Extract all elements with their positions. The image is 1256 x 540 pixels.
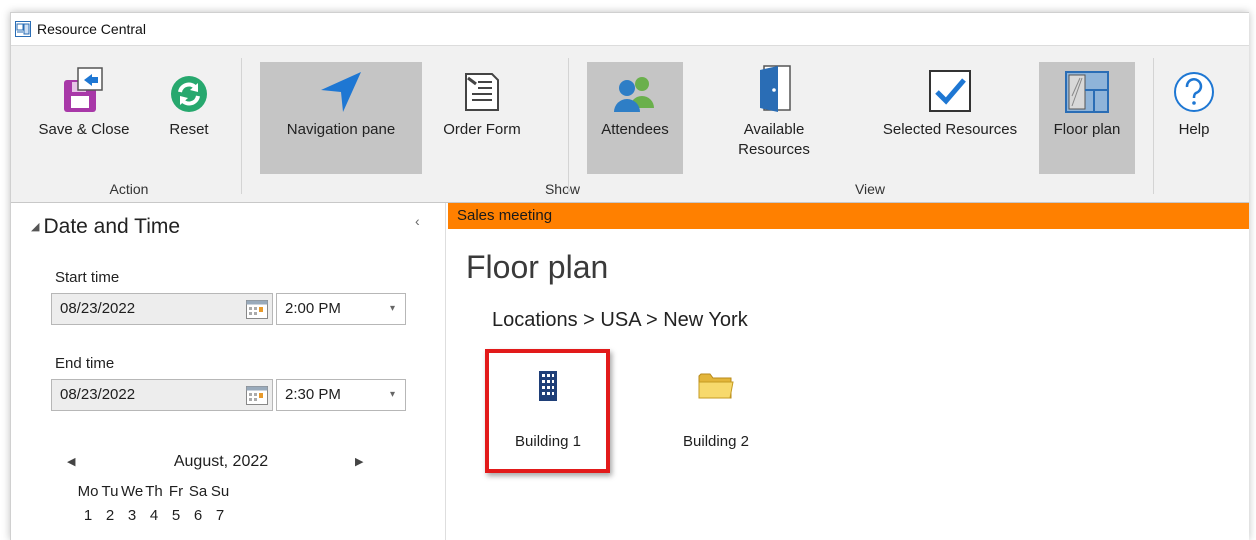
ribbon-separator — [1153, 58, 1154, 194]
start-date-field[interactable]: 08/23/2022 — [51, 293, 273, 325]
floor-plan-label: Floor plan — [1053, 121, 1121, 138]
calendar-day[interactable]: 7 — [209, 507, 231, 524]
ribbon-separator — [568, 58, 569, 194]
expand-triangle-icon: ◢ — [31, 221, 40, 233]
floor-plan-icon — [1065, 71, 1109, 113]
help-button[interactable]: Help — [1161, 62, 1227, 140]
group-label-show: Show — [544, 181, 580, 197]
floor-plan-button[interactable]: Floor plan — [1039, 62, 1135, 174]
calendar-day[interactable]: 5 — [165, 507, 187, 524]
calendar-day[interactable]: 2 — [99, 507, 121, 524]
navigation-arrow-icon — [321, 72, 361, 112]
date-time-section-title: Date and Time — [43, 215, 181, 238]
previous-month-icon[interactable]: ◀ — [67, 455, 75, 468]
navigation-pane-button[interactable]: Navigation pane — [260, 62, 422, 174]
window-title: Resource Central — [37, 21, 146, 37]
weekday-label: Sa — [188, 483, 208, 500]
reset-label: Reset — [169, 121, 209, 138]
weekday-label: Tu — [101, 483, 119, 500]
next-month-icon[interactable]: ▶ — [355, 455, 363, 468]
weekday-label: Su — [210, 483, 230, 500]
order-form-icon — [465, 73, 499, 111]
calendar-header: ◀ August, 2022 ▶ — [51, 453, 381, 475]
start-date-value: 08/23/2022 — [60, 300, 136, 317]
checkbox-icon — [929, 70, 971, 112]
refresh-icon — [171, 76, 207, 112]
folder-icon — [698, 373, 734, 399]
group-label-action: Action — [109, 181, 149, 197]
available-resources-label-line2: Resources — [738, 141, 810, 158]
weekday-label: Th — [145, 483, 163, 500]
start-time-select[interactable]: 2:00 PM ▾ — [276, 293, 406, 325]
available-resources-label-line1: Available — [743, 121, 805, 138]
meeting-title-banner: Sales meeting — [448, 203, 1249, 229]
calendar-weekdays: Mo Tu We Th Fr Sa Su — [77, 483, 231, 500]
breadcrumb[interactable]: Locations > USA > New York — [492, 309, 748, 332]
attendees-icon — [614, 77, 654, 112]
door-icon — [760, 65, 791, 112]
attendees-label: Attendees — [601, 121, 669, 138]
app-icon — [15, 21, 31, 37]
end-time-select[interactable]: 2:30 PM ▾ — [276, 379, 406, 411]
start-time-label: Start time — [55, 269, 120, 286]
attendees-button[interactable]: Attendees — [587, 62, 683, 174]
available-resources-label: Available Resources — [711, 120, 837, 160]
end-date-value: 08/23/2022 — [60, 386, 136, 403]
calendar-icon[interactable] — [246, 386, 268, 405]
building-2-label: Building 2 — [683, 433, 749, 450]
help-icon — [1174, 72, 1214, 112]
ribbon: Save & Close Reset Action Navigation pan… — [11, 45, 1249, 203]
app-window: Resource Central Save & Close Reset Acti… — [10, 12, 1249, 540]
calendar-day[interactable]: 3 — [121, 507, 143, 524]
selected-resources-label: Selected Resources — [882, 121, 1018, 138]
order-form-label: Order Form — [443, 121, 521, 138]
available-resources-button[interactable]: Available Resources — [711, 62, 837, 160]
page-title: Floor plan — [466, 249, 609, 285]
calendar-icon[interactable] — [246, 300, 268, 319]
help-label: Help — [1178, 121, 1210, 138]
weekday-label: Fr — [168, 483, 184, 500]
weekday-label: Mo — [77, 483, 99, 500]
end-time-value: 2:30 PM — [285, 386, 341, 403]
save-close-label: Save & Close — [38, 121, 130, 138]
group-label-view: View — [854, 181, 886, 197]
building-2-tile[interactable]: Building 2 — [656, 361, 776, 450]
chevron-down-icon: ▾ — [389, 389, 395, 400]
calendar-day[interactable]: 1 — [77, 507, 99, 524]
reset-button[interactable]: Reset — [151, 62, 227, 140]
floor-plan-content: Sales meeting Floor plan Locations > USA… — [448, 203, 1249, 540]
collapse-pane-icon[interactable]: ‹ — [415, 213, 420, 229]
order-form-button[interactable]: Order Form — [426, 62, 538, 140]
save-close-icon — [64, 67, 103, 112]
date-time-section-header[interactable]: ◢ Date and Time — [31, 215, 180, 239]
ribbon-separator — [241, 58, 242, 194]
weekday-label: We — [121, 483, 144, 500]
calendar-month: August, 2022 — [173, 453, 269, 470]
chevron-down-icon: ▾ — [389, 303, 395, 314]
selection-highlight — [485, 349, 610, 473]
end-time-label: End time — [55, 355, 115, 372]
calendar-days: 1 2 3 4 5 6 7 — [77, 507, 231, 524]
calendar-day[interactable]: 4 — [143, 507, 165, 524]
end-date-field[interactable]: 08/23/2022 — [51, 379, 273, 411]
title-bar: Resource Central — [11, 13, 1249, 45]
selected-resources-button[interactable]: Selected Resources — [863, 62, 1037, 140]
start-time-value: 2:00 PM — [285, 300, 341, 317]
navigation-pane: ‹ ◢ Date and Time Start time 08/23/2022 2… — [11, 203, 446, 540]
save-close-button[interactable]: Save & Close — [21, 62, 147, 140]
calendar-day[interactable]: 6 — [187, 507, 209, 524]
navigation-pane-label: Navigation pane — [286, 121, 396, 138]
